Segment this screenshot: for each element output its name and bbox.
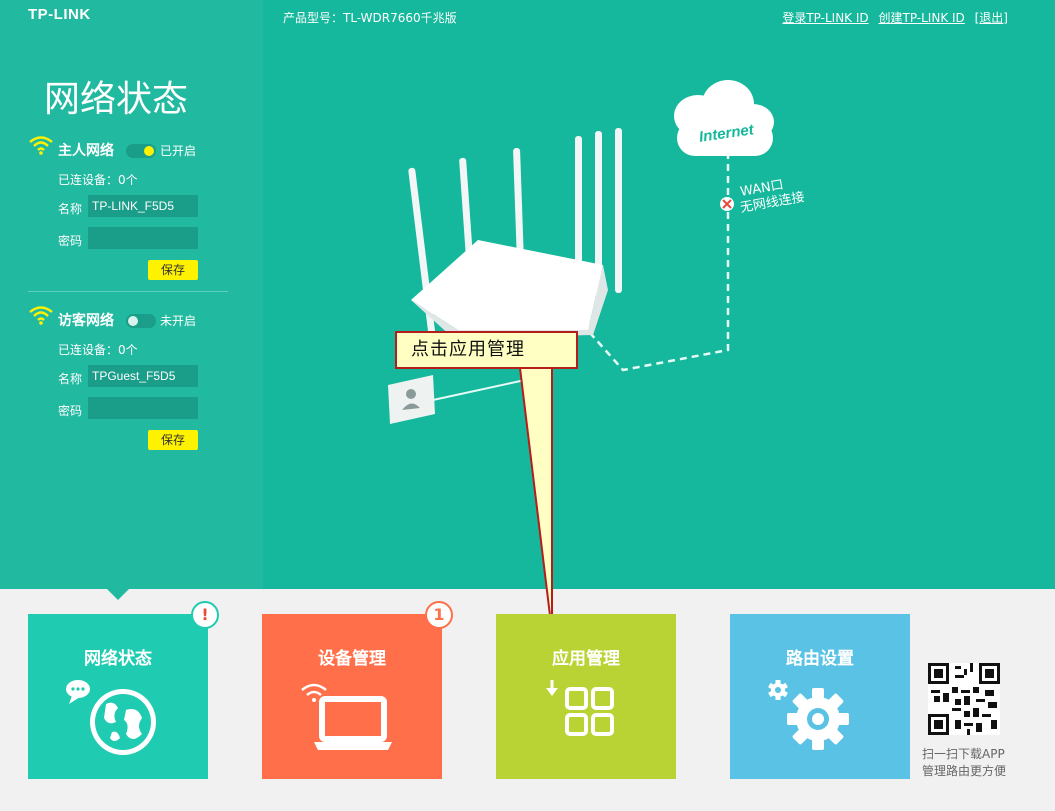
wifi-icon (29, 136, 53, 155)
main-network-toggle[interactable] (126, 144, 156, 158)
guest-network-section: 访客网络 未开启 已连设备：0个 名称 TPGuest_F5D5 密码 保存 (28, 306, 228, 450)
error-x-icon (720, 197, 734, 211)
qr-caption-line: 管理路由更方便 (922, 764, 1007, 778)
main-save-button[interactable]: 保存 (148, 260, 198, 280)
guest-password-field[interactable] (88, 397, 198, 419)
qr-code (928, 663, 1000, 735)
alert-badge: ! (191, 601, 219, 629)
main-ssid-field[interactable]: TP-LINK_F5D5 (88, 195, 198, 217)
tile-label: 路由设置 (786, 649, 854, 669)
tile-label: 网络状态 (84, 649, 152, 669)
guest-network-devices: 已连设备：0个 (58, 343, 138, 357)
tile-network-status[interactable]: 网络状态 ! (28, 601, 219, 779)
guest-save-button[interactable]: 保存 (148, 430, 198, 450)
gear-icon (768, 680, 849, 750)
main-network-status: 已开启 (160, 144, 197, 158)
tile-device-management[interactable]: 设备管理 1 (262, 601, 453, 779)
qr-caption-line: 扫一扫下载APP (922, 747, 1005, 761)
router-icon (408, 128, 622, 338)
guest-network-status: 未开启 (160, 314, 197, 328)
guest-network-name: 访客网络 (58, 313, 114, 329)
laptop-wifi-icon (301, 683, 392, 750)
guest-password-label: 密码 (58, 404, 83, 418)
qr-caption: 扫一扫下载APP 管理路由更方便 (922, 746, 1022, 780)
guest-ssid-field[interactable]: TPGuest_F5D5 (88, 365, 198, 387)
main-network-name: 主人网络 (58, 143, 114, 159)
tile-app-management[interactable]: 应用管理 (496, 614, 676, 779)
internet-cloud-icon: Internet (674, 80, 774, 156)
main-network-devices: 已连设备：0个 (58, 173, 138, 187)
app-grid-icon (546, 680, 614, 736)
tile-label: 设备管理 (318, 649, 386, 669)
main-ssid-label: 名称 (58, 202, 83, 216)
divider (28, 291, 228, 292)
count-badge: 1 (425, 601, 453, 629)
globe-chat-icon (66, 680, 156, 755)
wifi-icon (29, 306, 53, 325)
client-device-icon (388, 375, 435, 424)
guest-ssid-label: 名称 (58, 372, 83, 386)
main-password-field[interactable] (88, 227, 198, 249)
panel-title: 网络状态 (44, 79, 189, 120)
guest-network-toggle[interactable] (126, 314, 156, 328)
main-area: 产品型号：TL-WDR7660千兆版 登录TP-LINK ID 创建TP-LIN… (263, 0, 1055, 589)
main-network-section: 主人网络 已开启 已连设备：0个 名称 TP-LINK_F5D5 密码 保存 (28, 136, 228, 280)
tp-link-logo: TP-LINK (28, 6, 91, 23)
active-section-pointer (107, 589, 129, 600)
status-panel: TP-LINK 网络状态 主人网络 已开启 已连设备：0个 名称 TP-LINK… (0, 0, 263, 589)
network-diagram: Internet WAN口 无网线连接 (388, 80, 806, 424)
main-password-label: 密码 (58, 234, 83, 248)
tile-router-settings[interactable]: 路由设置 (730, 614, 910, 779)
tile-label: 应用管理 (552, 649, 620, 669)
instruction-callout: 点击应用管理 (395, 331, 578, 369)
wan-dashed-line (590, 152, 730, 372)
